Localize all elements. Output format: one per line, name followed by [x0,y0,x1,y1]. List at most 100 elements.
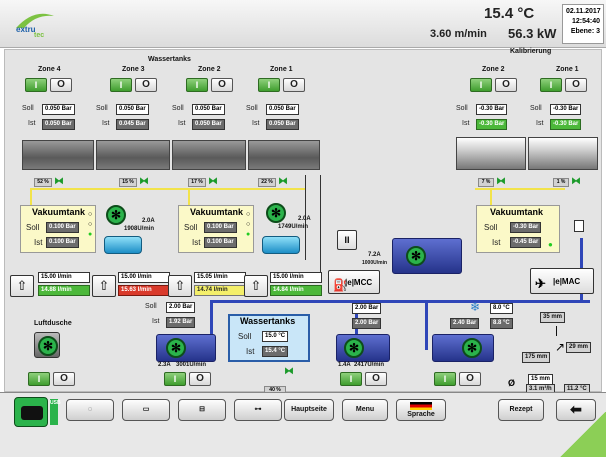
zone4-off-button[interactable]: O [50,78,72,92]
pump-fan-icon: ✻ [166,338,186,358]
diameter-symbol: Ø [508,378,516,388]
soll-label: Soll [238,332,252,341]
water-pipe [425,300,428,350]
zone2-soll-value[interactable]: 0.050 Bar [192,104,225,115]
vt2-ist-value: 0.100 Bar [204,237,237,248]
zone3-soll-value[interactable]: 0.050 Bar [116,104,149,115]
rezept-button[interactable]: Rezept [498,399,544,421]
pumpC-on-button[interactable]: I [434,372,456,386]
soll-label: Soll [96,105,108,112]
soll-label: Soll [26,223,40,232]
zone4-on-button[interactable]: I [25,78,47,92]
kal-zone1-off-button[interactable]: O [565,78,587,92]
pumpB-off-button[interactable]: O [365,372,387,386]
zone3-on-button[interactable]: I [110,78,132,92]
flag-icon [410,402,432,410]
valve-icon: ⧓ [496,176,506,187]
vt1-soll-value[interactable]: 0.100 Bar [46,222,79,233]
kal-zone1-soll-value[interactable]: -0.30 Bar [550,104,582,115]
flow3-soll[interactable]: 15.05 l/min [194,272,246,283]
menu-button[interactable]: Menu [342,399,388,421]
tanks-nav-button[interactable]: ▭ [122,399,170,421]
kal-zone2-soll-value[interactable]: -0.30 Bar [476,104,508,115]
pause-button[interactable]: II [337,230,357,250]
zone3-off-button[interactable]: O [135,78,157,92]
pump-fan-icon: ✻ [344,338,364,358]
wassertank-box-title: Wassertanks [240,316,296,326]
vacuum-pipe-main [30,188,305,190]
ist-label: Ist [192,238,201,247]
mac-button[interactable]: ✈ |e|MAC [530,268,594,294]
zone-label: Zone 1 [556,66,579,73]
vt3-soll-value[interactable]: -0.30 Bar [510,222,542,233]
zone-label: Zone 3 [122,66,145,73]
main-vacuum-pump [392,238,462,274]
mac-label: |e|MAC [553,277,581,286]
gauge-nav-button[interactable]: ◌ [66,399,114,421]
mcc-button[interactable]: ⛽ |e|MCC [328,270,380,294]
pumpB-soll[interactable]: 2.00 Bar [352,303,382,314]
flow1-soll[interactable]: 15.00 l/min [38,272,90,283]
zone1-on-button[interactable]: I [258,78,280,92]
airgun-icon: ✈ [535,276,546,291]
valve-icon [574,220,584,232]
flow2-soll[interactable]: 15.00 l/min [118,272,170,283]
flow4-soll[interactable]: 15.00 l/min [270,272,322,283]
soll-label: Soll [484,223,498,232]
cutter-nav-button[interactable]: ⊟ [178,399,226,421]
flow-icon-button[interactable]: ⇧ [168,275,192,297]
pumpC-soll[interactable]: 8.0 °C [490,303,513,314]
zone2-off-button[interactable]: O [211,78,233,92]
vacuum-pump-body [104,236,142,254]
level-indicators: ○ ○ ● [88,211,93,238]
soll-label: Soll [184,223,198,232]
vt1-ist-value: 0.100 Bar [46,237,79,248]
valve-icon: ⧓ [571,176,581,187]
pumpA-amps: 2.3A [158,362,171,368]
kal-zone2-on-button[interactable]: I [470,78,492,92]
luftdusche-off-button[interactable]: O [53,372,75,386]
zone4-soll-value[interactable]: 0.050 Bar [42,104,75,115]
flow2-ist: 15.63 l/min [118,285,170,296]
pumpA-on-button[interactable]: I [164,372,186,386]
datetime-box: 02.11.2017 12:54:40 Ebene: 3 [562,4,604,44]
vt1-rpm: 1908U/min [124,226,155,232]
soll-label: Soll [22,105,34,112]
dimension-line [556,326,557,336]
ist-label: Ist [28,120,36,127]
language-button[interactable]: Sprache [396,399,446,421]
ist-label: Ist [178,120,186,127]
wassertanks-section-title: Wassertanks [148,56,191,63]
pumpB-on-button[interactable]: I [340,372,362,386]
vacuum-pump-body [262,236,300,254]
flow-icon-button[interactable]: ⇧ [10,275,34,297]
ist-label: Ist [34,238,43,247]
luftdusche-title: Luftdusche [34,320,72,327]
zone1-off-button[interactable]: O [283,78,305,92]
pumpC-off-button[interactable]: O [459,372,481,386]
flow-icon-button[interactable]: ⇧ [92,275,116,297]
pumpA-soll[interactable]: 2.00 Bar [166,302,196,313]
tank-icon: ▭ [142,406,150,413]
hauptseite-button[interactable]: Hauptseite [284,399,334,421]
ist-label: Ist [152,318,160,325]
main-pump-fan-icon: ✻ [406,246,426,266]
wassertank-soll[interactable]: 15.0 °C [262,331,289,342]
zone-label: Zone 1 [270,66,293,73]
haul-off-icon: ⊶ [254,406,262,413]
kal-zone1-ist-value: -0.30 Bar [550,119,582,130]
screenshot-button[interactable] [14,397,48,427]
zone2-on-button[interactable]: I [186,78,208,92]
flow1-ist: 14.88 l/min [38,285,90,296]
pumpA-off-button[interactable]: O [189,372,211,386]
language-label: Sprache [407,411,435,418]
flow4-ist: 14.84 l/min [270,285,322,296]
zone1-soll-value[interactable]: 0.050 Bar [266,104,299,115]
vt2-soll-value[interactable]: 0.100 Bar [204,222,237,233]
haul-off-nav-button[interactable]: ⊶ [234,399,282,421]
luftdusche-on-button[interactable]: I [28,372,50,386]
zone1-percent: 22 % [258,178,276,187]
flow-icon-button[interactable]: ⇧ [244,275,268,297]
kal-zone1-on-button[interactable]: I [540,78,562,92]
kal-zone2-off-button[interactable]: O [495,78,517,92]
